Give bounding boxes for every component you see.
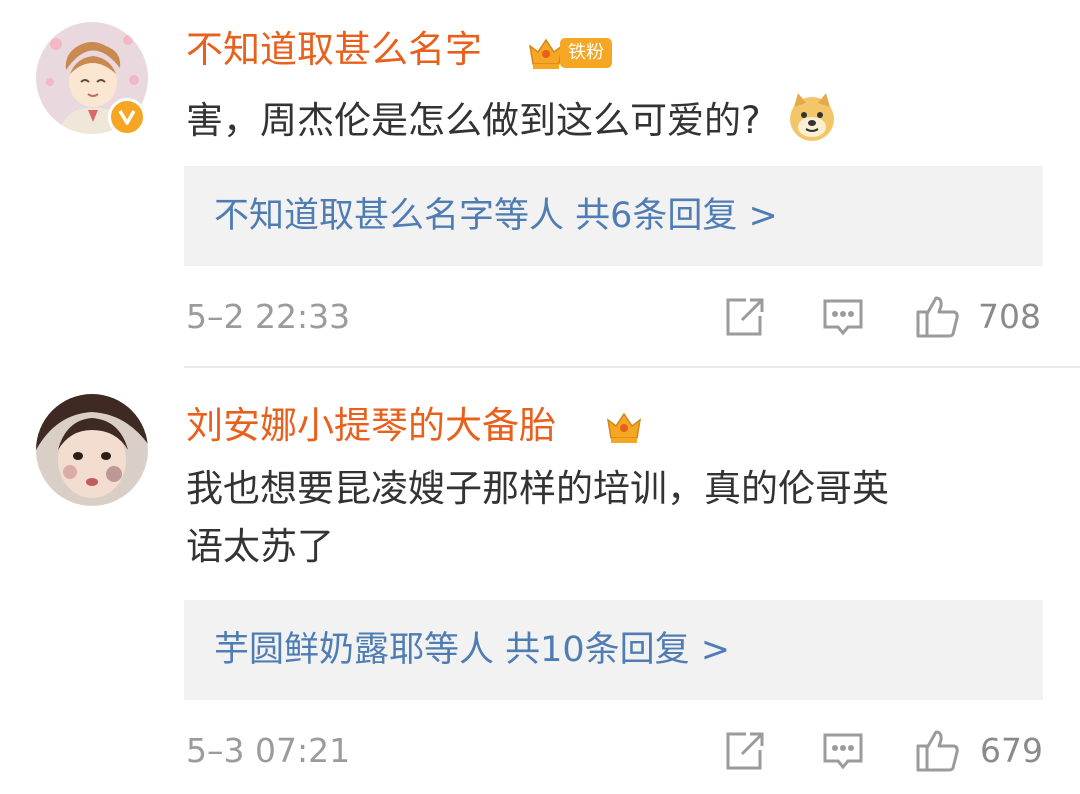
comment-item: 不知道取甚么名字 铁粉 害，周杰伦是怎么做到这么可爱的? 不知道取甚么名字等人 … <box>0 0 1080 368</box>
thumbs-up-icon[interactable] <box>914 292 962 344</box>
comment-item: 刘安娜小提琴的大备胎 我也想要昆凌嫂子那样的培训，真的伦哥英 语太苏了 芋圆鲜奶… <box>0 368 1080 794</box>
reply-summary-link[interactable]: 不知道取甚么名字等人 共6条回复 > <box>214 192 778 240</box>
verified-v-icon <box>108 98 146 136</box>
comment-text: 害，周杰伦是怎么做到这么可爱的? <box>186 91 838 160</box>
username[interactable]: 不知道取甚么名字 <box>186 26 482 74</box>
reply-summary-box[interactable]: 不知道取甚么名字等人 共6条回复 > <box>184 166 1043 266</box>
comment-icon[interactable] <box>822 296 864 342</box>
share-icon[interactable] <box>724 730 766 776</box>
thumbs-up-icon[interactable] <box>914 726 962 778</box>
avatar[interactable] <box>36 394 148 506</box>
comment-footer: 5–3 07:21 679 <box>0 726 1080 776</box>
share-icon[interactable] <box>724 296 766 342</box>
like-count: 679 <box>980 731 1043 770</box>
doge-emoji-icon <box>786 91 838 160</box>
timestamp: 5–3 07:21 <box>186 731 351 770</box>
comment-icon[interactable] <box>822 730 864 776</box>
fan-level-badge: 铁粉 <box>560 38 612 68</box>
comment-text: 我也想要昆凌嫂子那样的培训，真的伦哥英 语太苏了 <box>186 460 889 576</box>
crown-badge-icon <box>604 406 644 450</box>
comment-footer: 5–2 22:33 708 <box>0 292 1080 342</box>
reply-summary-box[interactable]: 芋圆鲜奶露耶等人 共10条回复 > <box>184 600 1043 700</box>
reply-summary-link[interactable]: 芋圆鲜奶露耶等人 共10条回复 > <box>214 626 730 674</box>
comment-text-line: 我也想要昆凌嫂子那样的培训，真的伦哥英 <box>186 467 889 510</box>
username[interactable]: 刘安娜小提琴的大备胎 <box>186 402 556 450</box>
like-count: 708 <box>978 297 1041 336</box>
timestamp: 5–2 22:33 <box>186 297 351 336</box>
comment-text-line: 语太苏了 <box>186 525 334 568</box>
